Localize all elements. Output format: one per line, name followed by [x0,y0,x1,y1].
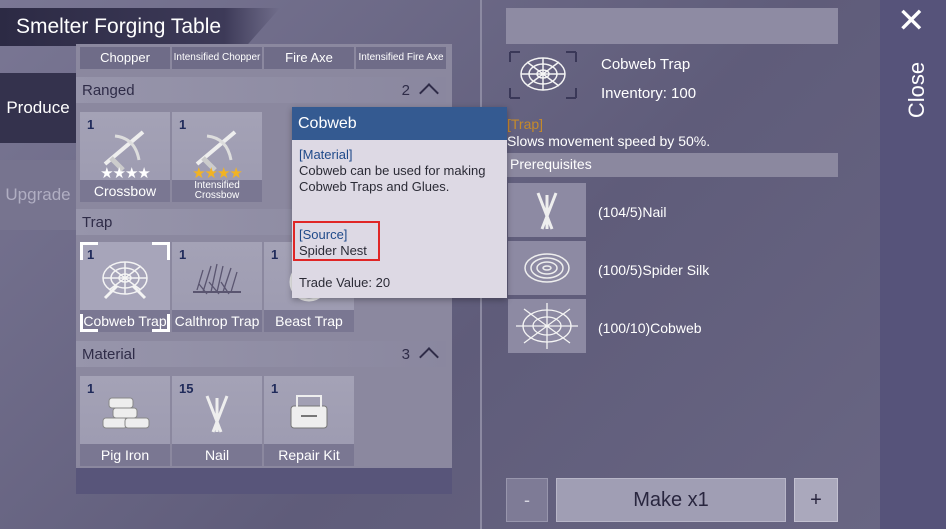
requirement-spider-silk-label: (100/5)Spider Silk [598,262,710,278]
tooltip-title: Cobweb [292,107,507,140]
prerequisites-header: Prerequisites [506,153,838,177]
tooltip-type: [Material] [299,147,353,162]
cobweb-trap-icon [509,51,577,99]
calthrop-trap-icon [193,263,241,295]
tooltip-source-label: [Source] [299,227,348,242]
nail-icon [536,192,558,230]
category-tabs: Chopper Intensified Chopper Fire Axe Int… [80,47,446,69]
section-material-label: Material [82,346,136,363]
section-material[interactable]: Material 3 [76,341,446,367]
item-name: Intensified Crossbow [172,180,262,202]
tab-intensified-fire-axe[interactable]: Intensified Fire Axe [356,47,446,69]
close-button[interactable]: Close [887,57,946,123]
tooltip-trade-value: Trade Value: 20 [299,275,391,290]
requirement-spider-silk[interactable] [508,241,586,295]
item-pig-iron[interactable]: 1 Pig Iron [80,376,170,466]
item-qty: 1 [179,117,187,132]
tab-upgrade[interactable]: Upgrade [0,160,76,230]
item-tooltip: Cobweb [Material] Cobweb can be used for… [292,107,507,298]
section-ranged-label: Ranged [82,82,135,99]
item-qty: 1 [271,381,279,396]
repair-kit-icon [290,395,328,429]
spider-silk-icon [524,253,570,283]
selection-corner [152,242,170,260]
item-qty: 1 [271,247,279,262]
tab-produce[interactable]: Produce [0,73,76,143]
tab-intensified-chopper[interactable]: Intensified Chopper [172,47,262,69]
tab-chopper[interactable]: Chopper [80,47,170,69]
detail-inventory: Inventory: 100 [601,85,697,102]
requirement-nail-label: (104/5)Nail [598,204,667,220]
item-intensified-crossbow[interactable]: 1 ★★★★ Intensified Crossbow [172,112,262,202]
recipe-list-footer [76,468,452,494]
section-material-count: 3 [401,346,410,363]
tab-fire-axe[interactable]: Fire Axe [264,47,354,69]
detail-header-bar [506,8,838,44]
item-name: Crossbow [80,180,170,202]
selection-corner [80,314,98,332]
item-name: Calthrop Trap [172,310,262,332]
chevron-up-icon[interactable] [419,83,439,103]
window-title: Smelter Forging Table [16,15,222,38]
detail-item-type: [Trap] [507,116,544,132]
requirement-cobweb-label: (100/10)Cobweb [598,320,702,336]
item-crossbow[interactable]: 1 ★★★★ Crossbow [80,112,170,202]
close-icon[interactable]: ✕ [897,4,926,38]
requirement-nail[interactable] [508,183,586,237]
section-ranged[interactable]: Ranged 2 [76,77,446,103]
selection-corner [80,242,98,260]
pig-iron-icon [102,397,150,429]
item-qty: 1 [87,117,95,132]
item-name: Pig Iron [80,444,170,466]
increase-quantity-button[interactable]: + [794,478,838,522]
item-repair-kit[interactable]: 1 Repair Kit [264,376,354,466]
detail-description: Slows movement speed by 50%. [507,133,711,149]
section-ranged-count: 2 [401,82,410,99]
item-name: Repair Kit [264,444,354,466]
item-name: Nail [172,444,262,466]
nail-icon [205,395,229,433]
section-trap-label: Trap [82,214,113,231]
item-qty: 1 [179,247,187,262]
selection-corner [152,314,170,332]
cobweb-icon [516,303,578,349]
requirement-cobweb[interactable] [508,299,586,353]
chevron-up-icon[interactable] [419,347,439,367]
item-cobweb-trap[interactable]: 1 Cobweb Trap [80,242,170,332]
item-calthrop-trap[interactable]: 1 Calthrop Trap [172,242,262,332]
cobweb-trap-icon [102,261,148,300]
item-qty: 1 [87,381,95,396]
detail-item-name: Cobweb Trap [601,56,691,73]
tooltip-source: Spider Nest [299,243,367,258]
item-nail[interactable]: 15 Nail [172,376,262,466]
tooltip-description: Cobweb can be used for making Cobweb Tra… [299,163,486,194]
item-name: Beast Trap [264,310,354,332]
make-button[interactable]: Make x1 [556,478,786,522]
decrease-quantity-button[interactable]: - [506,478,548,522]
